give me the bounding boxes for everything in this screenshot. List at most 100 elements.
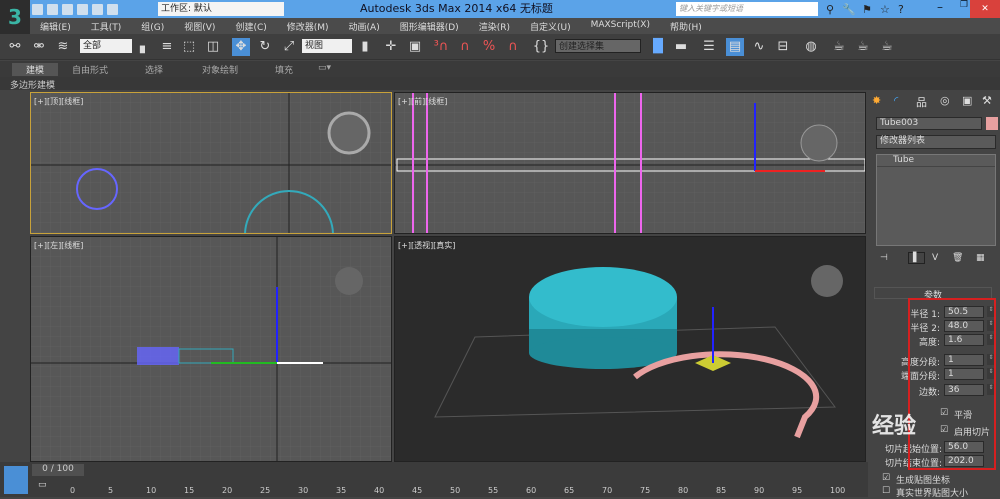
bind-space-warp-icon[interactable]: ≋ — [54, 38, 72, 56]
utilities-tab-icon[interactable]: ⚒ — [982, 94, 992, 107]
unlink-icon[interactable]: ⚮ — [30, 38, 48, 56]
move-icon[interactable]: ✥ — [232, 38, 250, 56]
viewport-top[interactable]: [+][顶][线框] — [30, 92, 392, 234]
layer-manager-icon[interactable]: ☰ — [700, 38, 718, 56]
show-end-result-icon[interactable]: ▌ — [908, 252, 925, 264]
gen-map-checkbox[interactable]: ☑ — [882, 473, 890, 483]
new-icon[interactable] — [32, 3, 43, 15]
ribbon-tab-selection[interactable]: 选择 — [145, 63, 163, 76]
keyboard-shortcut-icon[interactable]: ▣ — [406, 38, 424, 56]
menu-help[interactable]: 帮助(H) — [660, 18, 712, 34]
menu-views[interactable]: 视图(V) — [174, 18, 225, 34]
project-icon[interactable] — [107, 3, 118, 15]
motion-tab-icon[interactable]: ◎ — [940, 94, 950, 107]
poly-modeling-label[interactable]: 多边形建模 — [10, 78, 55, 91]
timeline-tick-label: 25 — [260, 486, 271, 495]
timeline-tick-label: 30 — [298, 486, 309, 495]
save-icon[interactable] — [62, 3, 73, 15]
scale-icon[interactable]: ⤢ — [280, 38, 298, 56]
app-logo-button[interactable]: 3 — [0, 0, 30, 36]
ribbon-tab-object-paint[interactable]: 对象绘制 — [202, 63, 238, 76]
star-icon[interactable]: ☆ — [880, 3, 890, 16]
menu-graph-editors[interactable]: 图形编辑器(D) — [390, 18, 469, 34]
time-slider[interactable]: 0 / 100 — [32, 464, 84, 476]
viewport-label[interactable]: [+][透视][真实] — [398, 240, 455, 251]
object-name-input[interactable]: Tube003 — [876, 117, 982, 130]
align-icon[interactable]: ▬ — [672, 38, 690, 56]
open-icon[interactable] — [47, 3, 58, 15]
binoculars-icon[interactable]: ⚲ — [826, 3, 834, 16]
render-setup-icon[interactable]: ☕ — [830, 38, 848, 56]
material-editor-icon[interactable]: ◍ — [802, 38, 820, 56]
pivot-icon[interactable]: ▮ — [356, 38, 374, 56]
menu-customize[interactable]: 自定义(U) — [520, 18, 581, 34]
menu-animation[interactable]: 动画(A) — [339, 18, 390, 34]
watermark-logo: 经验 — [872, 414, 917, 439]
rendered-frame-icon[interactable]: ☕ — [854, 38, 872, 56]
viewport-label[interactable]: [+][左][线框] — [34, 240, 83, 251]
menu-maxscript[interactable]: MAXScript(X) — [581, 18, 660, 34]
stack-item-tube[interactable]: Tube — [877, 155, 995, 167]
help-icon[interactable]: ? — [898, 3, 904, 16]
window-crossing-icon[interactable]: ◫ — [204, 38, 222, 56]
manipulate-icon[interactable]: ✛ — [382, 38, 400, 56]
minimize-button[interactable]: – — [928, 0, 952, 18]
viewport-perspective[interactable]: [+][透视][真实] — [394, 236, 866, 462]
satellite-icon[interactable]: ⚑ — [862, 3, 872, 16]
remove-modifier-icon[interactable]: 🗑 — [952, 253, 963, 263]
render-icon[interactable]: ☕ — [878, 38, 896, 56]
pin-stack-icon[interactable]: ⊣ — [880, 253, 888, 263]
configure-sets-icon[interactable]: ▦ — [976, 253, 985, 263]
close-button[interactable]: ✕ — [970, 0, 1000, 18]
timeline-tick-label: 10 — [146, 486, 157, 495]
rotate-icon[interactable]: ↻ — [256, 38, 274, 56]
undo-icon[interactable] — [77, 3, 88, 15]
menu-edit[interactable]: 编辑(E) — [30, 18, 81, 34]
modifier-list-dropdown[interactable]: 修改器列表 — [876, 135, 996, 149]
viewport-label[interactable]: [+][顶][线框] — [34, 96, 83, 107]
ribbon-options-icon[interactable]: ▭▾ — [318, 63, 331, 73]
ribbon-panel: 多边形建模 — [0, 77, 1000, 91]
modify-tab-icon[interactable]: ◜ — [894, 94, 898, 107]
viewport-label[interactable]: [+][前][线框] — [398, 96, 447, 107]
ribbon-tab-freeform[interactable]: 自由形式 — [72, 63, 108, 76]
object-color-swatch[interactable] — [986, 117, 998, 130]
select-object-icon[interactable]: ▖ — [136, 38, 154, 56]
display-tab-icon[interactable]: ▣ — [962, 94, 972, 107]
wrench-icon[interactable]: 🔧 — [842, 3, 856, 16]
spinner-snap-icon[interactable]: ∩ — [504, 38, 522, 56]
selection-filter-dropdown[interactable]: 全部 — [80, 39, 132, 53]
mirror-icon[interactable]: ▐▌ — [648, 38, 668, 56]
redo-icon[interactable] — [92, 3, 103, 15]
select-by-name-icon[interactable]: ≡ — [158, 38, 176, 56]
menu-group[interactable]: 组(G) — [131, 18, 174, 34]
ref-coord-dropdown[interactable]: 视图 — [302, 39, 352, 53]
ribbon-tab-modeling[interactable]: 建模 — [12, 63, 59, 76]
real-world-checkbox[interactable]: ☐ — [882, 486, 890, 496]
viewport-front[interactable]: [+][前][线框] — [394, 92, 866, 234]
viewport-left[interactable]: [+][左][线框] — [30, 236, 392, 462]
angle-snap-icon[interactable]: ∩ — [456, 38, 474, 56]
curve-editor-icon[interactable]: ∿ — [750, 38, 768, 56]
rect-selection-icon[interactable]: ⬚ — [180, 38, 198, 56]
create-tab-icon[interactable]: ✸ — [872, 94, 881, 107]
named-selection-dropdown[interactable]: 创建选择集 — [555, 39, 641, 53]
link-icon[interactable]: ⚯ — [6, 38, 24, 56]
make-unique-icon[interactable]: V — [932, 253, 938, 263]
percent-snap-icon[interactable]: % — [480, 38, 498, 56]
schematic-view-icon[interactable]: ⊟ — [774, 38, 792, 56]
curve-editor-mini-icon[interactable]: ▭ — [38, 480, 47, 490]
snaps-icon[interactable]: ³∩ — [432, 38, 450, 56]
viewport-layout-button[interactable] — [4, 466, 28, 494]
edit-named-selection-icon[interactable]: {} — [532, 38, 550, 56]
scene-explorer-icon[interactable]: ▤ — [726, 38, 744, 56]
menu-modifiers[interactable]: 修改器(M) — [277, 18, 339, 34]
search-input[interactable]: 键入关键字或短语 — [676, 2, 818, 16]
hierarchy-tab-icon[interactable]: 品 — [916, 94, 927, 110]
menu-rendering[interactable]: 渲染(R) — [469, 18, 520, 34]
workspace-dropdown[interactable]: 工作区: 默认 — [158, 2, 284, 16]
ribbon-tab-populate[interactable]: 填充 — [275, 63, 293, 76]
menu-tools[interactable]: 工具(T) — [81, 18, 132, 34]
timeline-tick-label: 70 — [602, 486, 613, 495]
menu-create[interactable]: 创建(C) — [225, 18, 276, 34]
